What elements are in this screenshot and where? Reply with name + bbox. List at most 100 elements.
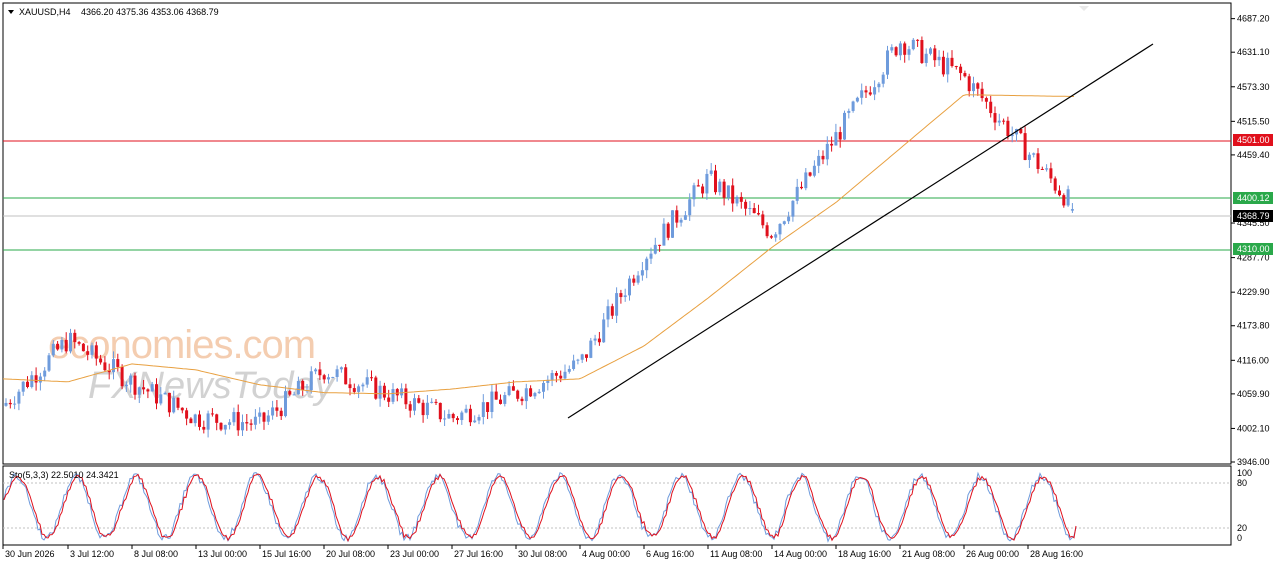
price-tick-label: 4173.80 xyxy=(1237,321,1270,331)
candle-body xyxy=(318,369,322,376)
candle-body xyxy=(275,407,279,411)
stoch-tick: 80 xyxy=(1237,478,1247,488)
candle-body xyxy=(361,384,365,387)
candle-body xyxy=(258,412,262,417)
candle-body xyxy=(1049,168,1053,179)
candle-body xyxy=(838,132,842,140)
candle-body xyxy=(1053,178,1057,191)
candle-body xyxy=(632,278,636,283)
candle-body xyxy=(653,244,657,254)
price-tick-label: 4002.10 xyxy=(1237,423,1270,433)
candle-body xyxy=(997,120,1001,123)
candle-body xyxy=(1002,120,1006,122)
candle-body xyxy=(193,414,197,424)
time-tick-label: 20 Jul 08:00 xyxy=(326,549,375,559)
candle-body xyxy=(499,399,502,404)
candle-body xyxy=(327,377,330,380)
candle-body xyxy=(8,402,12,405)
candle-body xyxy=(120,366,124,387)
candle-body xyxy=(769,236,773,238)
candle-body xyxy=(937,56,941,61)
candle-body xyxy=(559,375,563,379)
candle-body xyxy=(1027,154,1031,160)
time-tick-label: 13 Jul 00:00 xyxy=(198,549,247,559)
candle-body xyxy=(941,56,945,75)
candle-body xyxy=(778,223,782,235)
candle-body xyxy=(357,386,361,392)
candle-body xyxy=(124,384,128,387)
candle-body xyxy=(215,414,219,423)
candle-body xyxy=(13,403,17,405)
candle-body xyxy=(735,196,739,204)
candle-body xyxy=(185,410,189,419)
candle-body xyxy=(150,384,154,392)
candle-body xyxy=(714,170,717,193)
candle-body xyxy=(47,355,51,371)
candle-body xyxy=(172,397,176,413)
candle-body xyxy=(198,414,201,427)
candle-body xyxy=(167,392,171,413)
candle-body xyxy=(202,426,206,430)
candle-body xyxy=(542,382,545,392)
candle-body xyxy=(748,208,752,210)
candle-body xyxy=(795,186,799,201)
candle-body xyxy=(331,377,335,379)
candle-body xyxy=(51,343,55,356)
candle-body xyxy=(701,186,705,194)
candle-body xyxy=(26,381,29,387)
candle-body xyxy=(421,402,425,416)
candle-body xyxy=(279,410,283,417)
lower-support-label: 4310.00 xyxy=(1237,244,1270,254)
time-tick-label: 4 Aug 00:00 xyxy=(582,549,630,559)
candle-body xyxy=(262,412,266,422)
candle-body xyxy=(959,66,963,74)
candle-body xyxy=(206,413,210,430)
candle-body xyxy=(464,408,468,413)
candle-body xyxy=(481,402,485,418)
time-tick-label: 23 Jul 00:00 xyxy=(390,549,439,559)
candle-body xyxy=(830,143,834,146)
candle-body xyxy=(477,417,481,421)
candle-body xyxy=(993,113,997,123)
candle-body xyxy=(761,214,765,226)
time-tick-label: 15 Jul 16:00 xyxy=(262,549,311,559)
candle-body xyxy=(77,342,81,344)
candle-body xyxy=(81,343,85,352)
candle-body xyxy=(292,394,296,396)
candle-body xyxy=(1066,189,1070,206)
price-tick-label: 4116.00 xyxy=(1237,355,1269,365)
candle-body xyxy=(1032,153,1036,155)
candle-body xyxy=(146,389,150,392)
stoch-tick: 20 xyxy=(1237,523,1247,533)
time-tick-label: 8 Jul 08:00 xyxy=(134,549,178,559)
candle-body xyxy=(843,112,846,140)
chart-ohlc: 4366.20 4375.36 4353.06 4368.79 xyxy=(81,7,219,17)
candle-body xyxy=(438,402,442,420)
candle-body xyxy=(972,83,975,92)
candle-body xyxy=(585,354,588,358)
candle-body xyxy=(516,390,520,399)
trading-chart[interactable]: economies.com FXNewsToday XAUUSD,H4 4366… xyxy=(0,0,1280,567)
candle-body xyxy=(352,388,356,392)
candle-body xyxy=(636,275,640,283)
candle-body xyxy=(511,386,515,391)
candle-body xyxy=(335,369,339,378)
candle-body xyxy=(911,39,915,50)
price-tick-label: 4573.30 xyxy=(1237,82,1270,92)
candle-body xyxy=(112,359,115,373)
time-tick-label: 14 Aug 00:00 xyxy=(774,549,827,559)
candle-body xyxy=(413,398,416,411)
candle-body xyxy=(709,170,713,174)
candle-body xyxy=(933,48,937,61)
candle-body xyxy=(696,185,700,187)
candle-body xyxy=(744,201,748,209)
candle-body xyxy=(980,88,984,99)
candle-body xyxy=(163,392,167,395)
candle-body xyxy=(576,359,580,361)
candle-body xyxy=(253,416,257,425)
candle-body xyxy=(38,376,42,383)
candle-body xyxy=(180,407,184,411)
candle-body xyxy=(554,373,558,376)
candle-body xyxy=(529,388,533,397)
candle-body xyxy=(309,371,313,391)
